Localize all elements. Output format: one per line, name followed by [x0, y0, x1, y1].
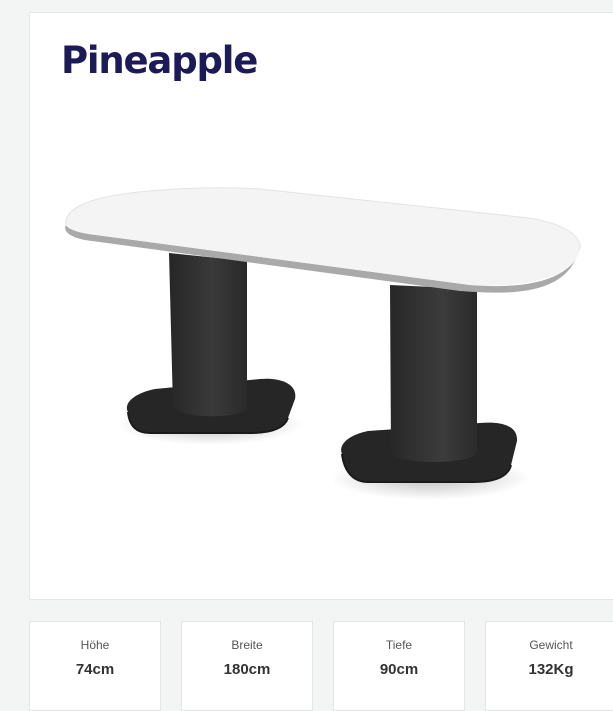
spec-width-value: 180cm [223, 661, 271, 678]
spec-depth: Tiefe 90cm [333, 621, 465, 711]
spec-weight-value: 132Kg [528, 661, 574, 678]
product-image [65, 187, 581, 500]
spec-depth-value: 90cm [379, 661, 419, 678]
spec-width-label: Breite [231, 638, 263, 652]
spec-height-label: Höhe [80, 638, 110, 652]
spec-weight-label: Gewicht [529, 638, 573, 652]
spec-depth-label: Tiefe [385, 638, 413, 652]
spec-weight: Gewicht 132Kg [485, 621, 613, 711]
spec-height: Höhe 74cm [29, 621, 161, 711]
spec-height-value: 74cm [75, 661, 115, 678]
product-title: Pineapple [61, 39, 258, 82]
spec-width: Breite 180cm [181, 621, 313, 711]
product-card: Pineapple [29, 12, 613, 600]
